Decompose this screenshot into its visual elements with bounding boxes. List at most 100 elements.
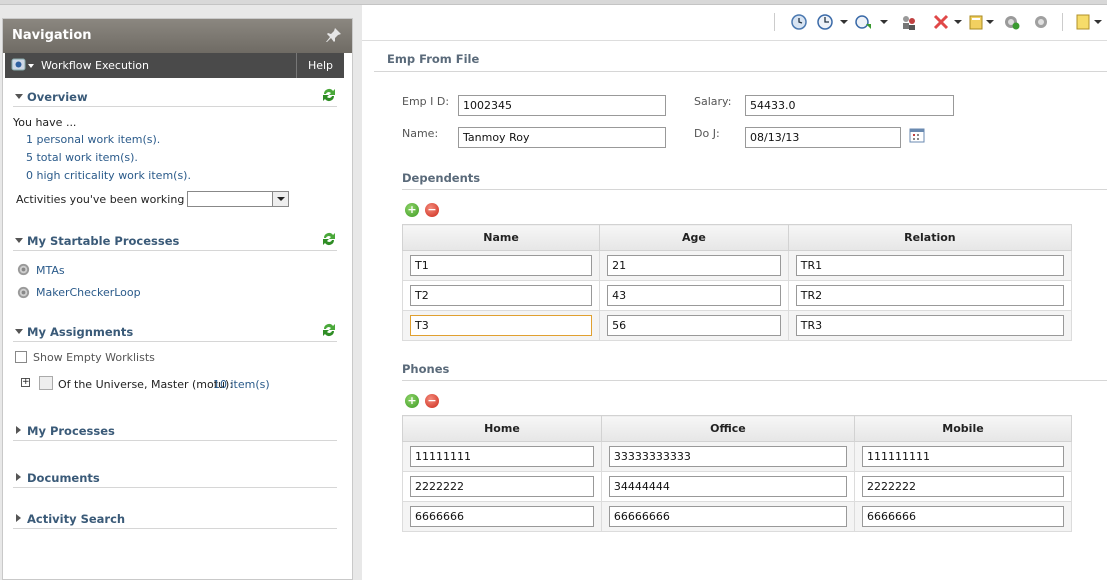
column-header[interactable]: Mobile bbox=[854, 415, 1072, 442]
column-header[interactable]: Office bbox=[600, 415, 856, 442]
dependent-relation-field[interactable]: TR2 bbox=[795, 285, 1064, 306]
help-button[interactable]: Help bbox=[296, 53, 344, 78]
table-cell: 2222222 bbox=[854, 471, 1072, 502]
table-header-row: Home Office Mobile bbox=[402, 415, 1072, 442]
assignee-label: Of the Universe, Master (motu): bbox=[58, 378, 234, 391]
clock-arrow-icon[interactable] bbox=[854, 13, 872, 31]
caret-down-icon[interactable] bbox=[986, 20, 994, 24]
add-phone-button[interactable]: + bbox=[405, 394, 419, 408]
table-row: T1 21 TR1 bbox=[401, 250, 1073, 281]
caret-down-icon[interactable] bbox=[880, 20, 888, 24]
remove-phone-button[interactable]: − bbox=[425, 394, 439, 408]
clock-refresh-icon[interactable] bbox=[790, 13, 808, 31]
expand-icon bbox=[16, 514, 21, 522]
collapse-icon bbox=[15, 329, 23, 334]
salary-field[interactable]: 54433.0 bbox=[745, 95, 954, 116]
dependent-name-field[interactable]: T3 bbox=[410, 315, 593, 336]
dependents-table: Name Age Relation T1 21 TR1 T2 43 TR2 T3… bbox=[401, 224, 1073, 341]
documents-header[interactable]: Documents bbox=[13, 470, 337, 488]
activities-label: Activities you've been working on: bbox=[16, 193, 206, 206]
processes-section: My Processes bbox=[13, 423, 337, 441]
column-header[interactable]: Name bbox=[401, 224, 601, 251]
table-cell: 21 bbox=[599, 250, 789, 281]
personal-work-items-link[interactable]: 1 personal work item(s). bbox=[26, 133, 160, 146]
documents-section: Documents bbox=[13, 470, 337, 488]
refresh-icon[interactable] bbox=[321, 231, 337, 247]
overview-header[interactable]: Overview bbox=[13, 89, 337, 107]
caret-down-icon[interactable] bbox=[1094, 20, 1102, 24]
table-row: 11111111 33333333333 111111111 bbox=[402, 441, 1072, 472]
show-empty-worklists-checkbox[interactable] bbox=[15, 351, 27, 363]
dependent-name-field[interactable]: T2 bbox=[410, 285, 593, 306]
mobile-phone-field[interactable]: 6666666 bbox=[862, 506, 1064, 527]
table-cell: 33333333333 bbox=[600, 441, 856, 472]
assignments-title: My Assignments bbox=[27, 325, 134, 339]
table-cell: 34444444 bbox=[600, 471, 856, 502]
processes-header[interactable]: My Processes bbox=[13, 423, 337, 441]
process-link-makercheckerloop[interactable]: MakerCheckerLoop bbox=[36, 286, 141, 299]
assignee-items-link[interactable]: 10 item(s) bbox=[213, 378, 270, 391]
office-phone-field[interactable]: 34444444 bbox=[608, 476, 847, 497]
show-empty-worklists-label: Show Empty Worklists bbox=[33, 351, 155, 364]
folder-icon[interactable] bbox=[968, 13, 986, 31]
office-phone-field[interactable]: 66666666 bbox=[608, 506, 847, 527]
gear-add-icon[interactable] bbox=[1002, 13, 1020, 31]
activity-search-section: Activity Search bbox=[13, 511, 337, 529]
home-phone-field[interactable]: 11111111 bbox=[410, 446, 594, 467]
clock-icon[interactable] bbox=[816, 13, 834, 31]
dependent-relation-field[interactable]: TR3 bbox=[795, 315, 1064, 336]
column-header[interactable]: Age bbox=[599, 224, 789, 251]
dependent-age-field[interactable]: 21 bbox=[607, 255, 781, 276]
home-phone-field[interactable]: 6666666 bbox=[410, 506, 594, 527]
collapse-icon bbox=[15, 94, 23, 99]
workflow-bar[interactable]: Workflow Execution Help bbox=[5, 53, 344, 78]
office-phone-field[interactable]: 33333333333 bbox=[608, 446, 847, 467]
doj-field[interactable]: 08/13/13 bbox=[745, 127, 901, 148]
activity-search-header[interactable]: Activity Search bbox=[13, 511, 337, 529]
name-label: Name: bbox=[402, 127, 439, 140]
column-header[interactable]: Relation bbox=[787, 224, 1073, 251]
activities-dropdown[interactable] bbox=[187, 191, 289, 207]
refresh-icon[interactable] bbox=[321, 87, 337, 103]
expand-icon[interactable]: + bbox=[21, 378, 30, 387]
refresh-icon[interactable] bbox=[321, 322, 337, 338]
startable-title: My Startable Processes bbox=[27, 234, 180, 248]
overview-section: Overview bbox=[13, 89, 337, 107]
gear-icon bbox=[17, 286, 30, 299]
dependent-age-field[interactable]: 43 bbox=[607, 285, 781, 306]
remove-dependent-button[interactable]: − bbox=[425, 203, 439, 217]
note-icon[interactable] bbox=[1074, 13, 1092, 31]
high-criticality-items-link[interactable]: 0 high criticality work item(s). bbox=[26, 169, 191, 182]
users-icon[interactable] bbox=[900, 13, 918, 31]
toolbar bbox=[362, 5, 1107, 41]
settings-icon[interactable] bbox=[1032, 13, 1050, 31]
caret-down-icon[interactable] bbox=[840, 20, 848, 24]
calendar-icon[interactable] bbox=[909, 127, 925, 143]
pin-icon[interactable] bbox=[326, 27, 342, 43]
startable-header[interactable]: My Startable Processes bbox=[13, 233, 337, 251]
dependent-age-field[interactable]: 56 bbox=[607, 315, 781, 336]
dropdown-arrow-icon[interactable] bbox=[272, 192, 288, 206]
column-header[interactable]: Home bbox=[402, 415, 602, 442]
table-cell: 56 bbox=[599, 310, 789, 341]
home-phone-field[interactable]: 2222222 bbox=[410, 476, 594, 497]
workflow-execution-label: Workflow Execution bbox=[41, 59, 149, 72]
delete-icon[interactable] bbox=[932, 13, 950, 31]
mobile-phone-field[interactable]: 2222222 bbox=[862, 476, 1064, 497]
process-link-mtas[interactable]: MTAs bbox=[36, 264, 65, 277]
total-work-items-link[interactable]: 5 total work item(s). bbox=[26, 151, 138, 164]
toolbar-separator bbox=[774, 13, 775, 31]
eye-icon[interactable] bbox=[11, 58, 35, 72]
dependent-relation-field[interactable]: TR1 bbox=[795, 255, 1064, 276]
dependent-name-field[interactable]: T1 bbox=[410, 255, 593, 276]
caret-down-icon[interactable] bbox=[954, 20, 962, 24]
gear-icon bbox=[17, 263, 30, 276]
emp-id-field[interactable]: 1002345 bbox=[458, 95, 666, 116]
add-dependent-button[interactable]: + bbox=[405, 203, 419, 217]
divider bbox=[402, 189, 1107, 190]
table-header-row: Name Age Relation bbox=[401, 224, 1073, 251]
mobile-phone-field[interactable]: 111111111 bbox=[862, 446, 1064, 467]
table-cell: 11111111 bbox=[402, 441, 602, 472]
assignments-header[interactable]: My Assignments bbox=[13, 324, 337, 342]
name-field[interactable]: Tanmoy Roy bbox=[458, 127, 666, 148]
